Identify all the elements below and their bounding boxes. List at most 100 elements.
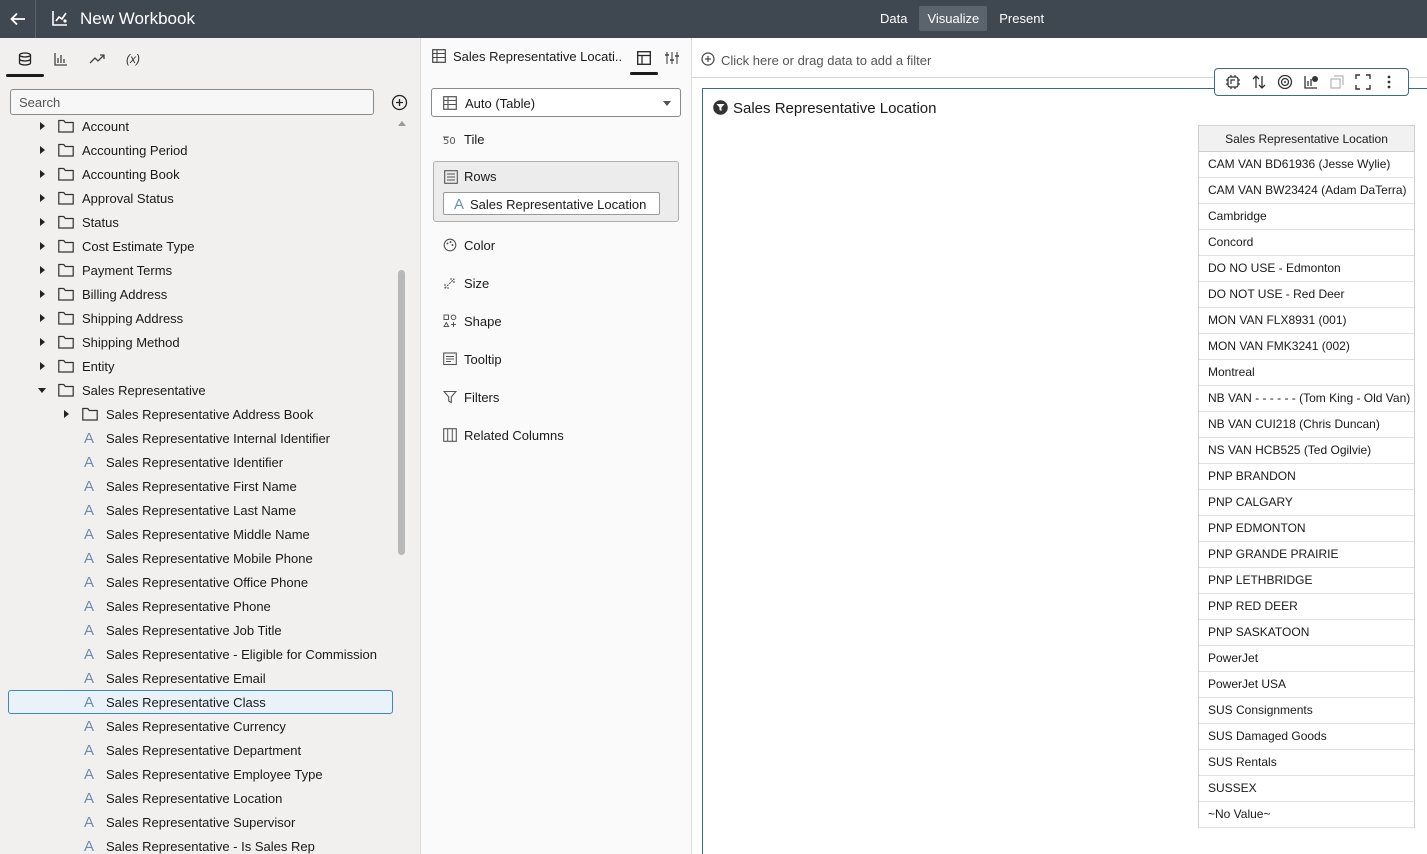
analytics-tab[interactable] — [83, 48, 111, 70]
tree-item-shipping-address[interactable]: Shipping Address — [0, 306, 392, 330]
tree-item-payment-terms[interactable]: Payment Terms — [0, 258, 392, 282]
visualizations-tab[interactable] — [47, 48, 75, 70]
table-row[interactable]: Concord — [1199, 230, 1414, 256]
sort-button[interactable] — [1251, 74, 1267, 90]
size-drop-target[interactable]: Size — [443, 273, 683, 293]
tree-item-approval-status[interactable]: Approval Status — [0, 186, 392, 210]
tree-item-sales-representative-last-name[interactable]: A Sales Representative Last Name — [0, 498, 392, 522]
tile-drop-target[interactable]: 50 Tile — [443, 129, 683, 149]
back-button[interactable] — [0, 0, 36, 38]
tree-item-sales-representative-identifier[interactable]: A Sales Representative Identifier — [0, 450, 392, 474]
color-drop-target[interactable]: Color — [443, 235, 683, 255]
tree-item-account[interactable]: Account — [0, 114, 392, 138]
tree-item-sales-representative-address-book[interactable]: Sales Representative Address Book — [0, 402, 392, 426]
table-row[interactable]: PNP LETHBRIDGE — [1199, 568, 1414, 594]
maximize-button[interactable] — [1355, 74, 1371, 90]
caret-right-icon[interactable] — [62, 410, 70, 418]
workbook-title[interactable]: New Workbook — [80, 9, 195, 29]
mode-data-tab[interactable]: Data — [872, 6, 915, 31]
caret-right-icon[interactable] — [38, 242, 46, 250]
filters-drop-target[interactable]: Filters — [443, 387, 683, 407]
tree-item-sales-representative-location[interactable]: A Sales Representative Location — [0, 786, 392, 810]
tree-item-billing-address[interactable]: Billing Address — [0, 282, 392, 306]
tree-item-status[interactable]: Status — [0, 210, 392, 234]
scroll-up-icon[interactable] — [398, 121, 406, 126]
tree-item-entity[interactable]: Entity — [0, 354, 392, 378]
tree-item-cost-estimate-type[interactable]: Cost Estimate Type — [0, 234, 392, 258]
caret-down-icon[interactable] — [38, 386, 46, 394]
tooltip-drop-target[interactable]: Tooltip — [443, 349, 683, 369]
table-row[interactable]: MON VAN FMK3241 (002) — [1199, 334, 1414, 360]
viz-type-select[interactable]: Auto (Table) — [431, 88, 681, 117]
rows-drop-target[interactable]: Rows A Sales Representative Location — [433, 161, 679, 222]
table-row[interactable]: SUS Damaged Goods — [1199, 724, 1414, 750]
duplicate-button[interactable] — [1329, 74, 1345, 90]
table-row[interactable]: DO NO USE - Edmonton — [1199, 256, 1414, 282]
scrollbar-thumb[interactable] — [398, 270, 405, 555]
grammar-tab-button[interactable] — [630, 50, 658, 75]
table-row[interactable]: PNP BRANDON — [1199, 464, 1414, 490]
table-row[interactable]: Montreal — [1199, 360, 1414, 386]
table-row[interactable]: ~No Value~ — [1199, 802, 1414, 828]
tree-item-accounting-period[interactable]: Accounting Period — [0, 138, 392, 162]
tree-item-sales-representative-phone[interactable]: A Sales Representative Phone — [0, 594, 392, 618]
tree-item-sales-representative-department[interactable]: A Sales Representative Department — [0, 738, 392, 762]
tree-item-sales-representative-office-phone[interactable]: A Sales Representative Office Phone — [0, 570, 392, 594]
table-row[interactable]: Cambridge — [1199, 204, 1414, 230]
tree-item-sales-representative-job-title[interactable]: A Sales Representative Job Title — [0, 618, 392, 642]
table-row[interactable]: SUS Consignments — [1199, 698, 1414, 724]
viz-title[interactable]: Sales Representative Location — [733, 100, 936, 117]
table-row[interactable]: CAM VAN BD61936 (Jesse Wylie) — [1199, 152, 1414, 178]
data-tab[interactable] — [6, 48, 44, 77]
calculations-tab[interactable]: (x) — [119, 48, 147, 70]
caret-right-icon[interactable] — [38, 194, 46, 202]
table-row[interactable]: PowerJet — [1199, 646, 1414, 672]
caret-right-icon[interactable] — [38, 218, 46, 226]
tree-item-sales-representative-eligible-for-commission[interactable]: A Sales Representative - Eligible for Com… — [0, 642, 392, 666]
caret-right-icon[interactable] — [38, 314, 46, 322]
related-columns-drop-target[interactable]: Related Columns — [443, 425, 683, 445]
caret-right-icon[interactable] — [38, 290, 46, 298]
caret-right-icon[interactable] — [38, 362, 46, 370]
tree-item-sales-representative-class[interactable]: A Sales Representative Class — [8, 690, 393, 714]
shape-drop-target[interactable]: Shape — [443, 311, 683, 331]
table-row[interactable]: CAM VAN BW23424 (Adam DaTerra) — [1199, 178, 1414, 204]
add-filter-icon[interactable] — [701, 52, 715, 66]
caret-right-icon[interactable] — [38, 338, 46, 346]
table-row[interactable]: SUSSEX — [1199, 776, 1414, 802]
table-row[interactable]: NB VAN CUI218 (Chris Duncan) — [1199, 412, 1414, 438]
mode-visualize-tab[interactable]: Visualize — [919, 6, 988, 31]
target-button[interactable] — [1277, 74, 1293, 90]
more-button[interactable] — [1381, 74, 1397, 90]
tree-item-sales-representative-internal-identifier[interactable]: A Sales Representative Internal Identifie… — [0, 426, 392, 450]
table-row[interactable]: PNP SASKATOON — [1199, 620, 1414, 646]
tree-item-sales-representative-first-name[interactable]: A Sales Representative First Name — [0, 474, 392, 498]
table-header[interactable]: Sales Representative Location — [1199, 125, 1414, 152]
caret-right-icon[interactable] — [38, 146, 46, 154]
mode-present-tab[interactable]: Present — [991, 6, 1052, 31]
tree-item-sales-representative-email[interactable]: A Sales Representative Email — [0, 666, 392, 690]
data-search-input[interactable] — [10, 89, 374, 115]
tree-item-sales-representative-supervisor[interactable]: A Sales Representative Supervisor — [0, 810, 392, 834]
table-row[interactable]: PNP RED DEER — [1199, 594, 1414, 620]
tree-item-accounting-book[interactable]: Accounting Book — [0, 162, 392, 186]
tree-item-sales-representative-currency[interactable]: A Sales Representative Currency — [0, 714, 392, 738]
auto-insights-button[interactable] — [1225, 74, 1241, 90]
caret-right-icon[interactable] — [38, 122, 46, 130]
tree-item-sales-representative-middle-name[interactable]: A Sales Representative Middle Name — [0, 522, 392, 546]
table-row[interactable]: PNP EDMONTON — [1199, 516, 1414, 542]
tree-item-sales-representative-employee-type[interactable]: A Sales Representative Employee Type — [0, 762, 392, 786]
rows-pill-sales-rep-location[interactable]: A Sales Representative Location — [443, 192, 660, 215]
caret-right-icon[interactable] — [38, 266, 46, 274]
table-row[interactable]: NB VAN - - - - - - (Tom King - Old Van) — [1199, 386, 1414, 412]
tree-item-sales-representative-mobile-phone[interactable]: A Sales Representative Mobile Phone — [0, 546, 392, 570]
tree-item-sales-representative[interactable]: Sales Representative — [0, 378, 392, 402]
table-row[interactable]: NS VAN HCB525 (Ted Ogilvie) — [1199, 438, 1414, 464]
table-row[interactable]: SUS Rentals — [1199, 750, 1414, 776]
filter-badge-icon[interactable] — [713, 100, 728, 115]
table-row[interactable]: DO NOT USE - Red Deer — [1199, 282, 1414, 308]
caret-right-icon[interactable] — [38, 170, 46, 178]
table-row[interactable]: PNP CALGARY — [1199, 490, 1414, 516]
tree-item-sales-representative-is-sales-rep[interactable]: A Sales Representative - Is Sales Rep — [0, 834, 392, 854]
tree-item-shipping-method[interactable]: Shipping Method — [0, 330, 392, 354]
